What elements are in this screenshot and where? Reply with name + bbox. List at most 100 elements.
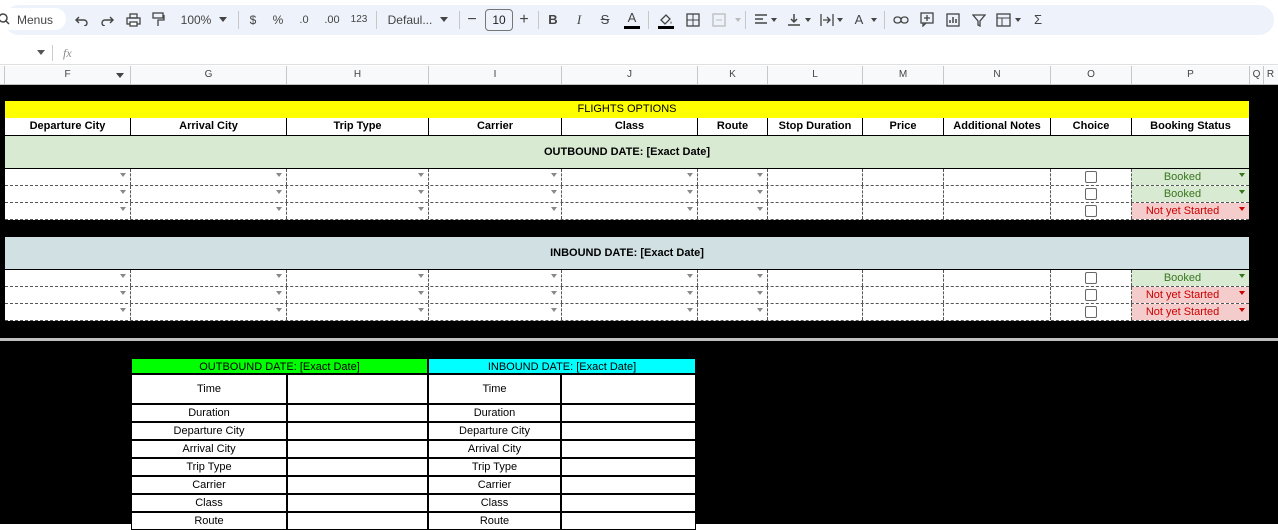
data-cell[interactable] [429, 186, 562, 202]
font-size-decrease-button[interactable]: − [466, 10, 478, 30]
outbound-field-value[interactable] [287, 374, 428, 404]
print-icon[interactable] [126, 13, 141, 27]
column-header-n[interactable]: N [944, 66, 1051, 84]
outbound-field-value[interactable] [287, 512, 428, 530]
insert-comment-icon[interactable] [920, 12, 934, 27]
borders-icon[interactable] [686, 13, 700, 27]
inbound-field-value[interactable] [561, 512, 696, 530]
dropdown-arrow-icon[interactable] [276, 291, 282, 295]
text-color-button[interactable]: A [624, 10, 640, 29]
dropdown-arrow-icon[interactable] [687, 274, 693, 278]
text-rotation-button[interactable]: A [853, 10, 865, 30]
dropdown-arrow-icon[interactable] [757, 190, 763, 194]
data-cell[interactable] [131, 287, 287, 303]
status-dropdown-icon[interactable] [1239, 274, 1245, 278]
dropdown-arrow-icon[interactable] [276, 173, 282, 177]
insert-chart-icon[interactable] [946, 13, 960, 27]
data-cell[interactable] [768, 203, 863, 219]
dropdown-arrow-icon[interactable] [276, 190, 282, 194]
column-header-i[interactable]: I [429, 66, 562, 84]
column-header-r[interactable]: R [1264, 66, 1277, 84]
data-cell[interactable] [944, 287, 1051, 303]
choice-checkbox[interactable] [1085, 289, 1097, 301]
data-cell[interactable] [429, 304, 562, 320]
data-cell[interactable] [768, 287, 863, 303]
inbound-field-value[interactable] [561, 422, 696, 440]
data-cell[interactable] [5, 186, 131, 202]
strikethrough-button[interactable]: S [598, 10, 612, 30]
column-header-l[interactable]: L [768, 66, 863, 84]
dropdown-arrow-icon[interactable] [757, 308, 763, 312]
font-size-input[interactable]: 10 [485, 9, 513, 31]
dropdown-arrow-icon[interactable] [276, 308, 282, 312]
data-cell[interactable] [698, 270, 768, 286]
filter-views-dropdown-icon[interactable] [1015, 18, 1021, 22]
column-menu-icon[interactable] [116, 73, 124, 78]
data-cell[interactable] [863, 169, 944, 185]
data-cell[interactable] [5, 203, 131, 219]
data-cell[interactable] [429, 270, 562, 286]
booking-status-chip[interactable]: Not yet Started [1132, 203, 1249, 219]
fill-color-icon[interactable] [657, 11, 675, 29]
dropdown-arrow-icon[interactable] [418, 207, 424, 211]
font-size-increase-button[interactable]: + [517, 10, 531, 30]
insert-link-icon[interactable] [893, 14, 909, 26]
inbound-field-value[interactable] [561, 404, 696, 422]
dropdown-arrow-icon[interactable] [551, 308, 557, 312]
data-cell[interactable] [863, 304, 944, 320]
data-cell[interactable] [131, 203, 287, 219]
dropdown-arrow-icon[interactable] [120, 291, 126, 295]
formula-input[interactable] [82, 44, 1262, 62]
data-cell[interactable] [131, 304, 287, 320]
dropdown-arrow-icon[interactable] [687, 308, 693, 312]
wrap-dropdown-icon[interactable] [837, 18, 843, 22]
dropdown-arrow-icon[interactable] [418, 173, 424, 177]
text-wrapping-icon[interactable] [820, 13, 834, 27]
column-header-q[interactable]: Q [1250, 66, 1264, 84]
inbound-field-value[interactable] [561, 458, 696, 476]
booking-status-chip[interactable]: Booked [1132, 169, 1249, 185]
dropdown-arrow-icon[interactable] [120, 190, 126, 194]
data-cell[interactable] [863, 270, 944, 286]
data-cell[interactable] [5, 304, 131, 320]
dropdown-arrow-icon[interactable] [551, 274, 557, 278]
menus-label[interactable]: Menus [14, 10, 56, 30]
italic-button[interactable]: I [572, 10, 586, 30]
status-dropdown-icon[interactable] [1239, 207, 1245, 211]
dropdown-arrow-icon[interactable] [687, 173, 693, 177]
dropdown-arrow-icon[interactable] [687, 291, 693, 295]
font-select[interactable]: Defaul... [385, 10, 435, 30]
functions-button[interactable]: Σ [1031, 10, 1045, 30]
data-cell[interactable] [287, 169, 429, 185]
inbound-field-value[interactable] [561, 476, 696, 494]
data-cell[interactable] [287, 203, 429, 219]
data-cell[interactable] [429, 287, 562, 303]
zoom-select[interactable]: 100% [176, 10, 216, 30]
zoom-dropdown-icon[interactable] [219, 17, 227, 22]
data-cell[interactable] [131, 186, 287, 202]
data-cell[interactable] [287, 287, 429, 303]
data-cell[interactable] [944, 169, 1051, 185]
data-cell[interactable] [429, 169, 562, 185]
data-cell[interactable] [562, 186, 698, 202]
data-cell[interactable] [768, 169, 863, 185]
column-header-m[interactable]: M [863, 66, 944, 84]
dropdown-arrow-icon[interactable] [276, 207, 282, 211]
vertical-align-icon[interactable] [787, 13, 801, 27]
font-dropdown-icon[interactable] [440, 17, 448, 22]
dropdown-arrow-icon[interactable] [120, 308, 126, 312]
dropdown-arrow-icon[interactable] [757, 173, 763, 177]
status-dropdown-icon[interactable] [1239, 291, 1245, 295]
data-cell[interactable] [287, 304, 429, 320]
dropdown-arrow-icon[interactable] [418, 274, 424, 278]
frozen-divider[interactable] [0, 338, 1278, 341]
column-header-g[interactable]: G [131, 66, 287, 84]
outbound-field-value[interactable] [287, 440, 428, 458]
choice-checkbox[interactable] [1085, 171, 1097, 183]
data-cell[interactable] [944, 186, 1051, 202]
data-cell[interactable] [287, 270, 429, 286]
dropdown-arrow-icon[interactable] [276, 274, 282, 278]
status-dropdown-icon[interactable] [1239, 190, 1245, 194]
data-cell[interactable] [698, 169, 768, 185]
booking-status-chip[interactable]: Not yet Started [1132, 287, 1249, 303]
